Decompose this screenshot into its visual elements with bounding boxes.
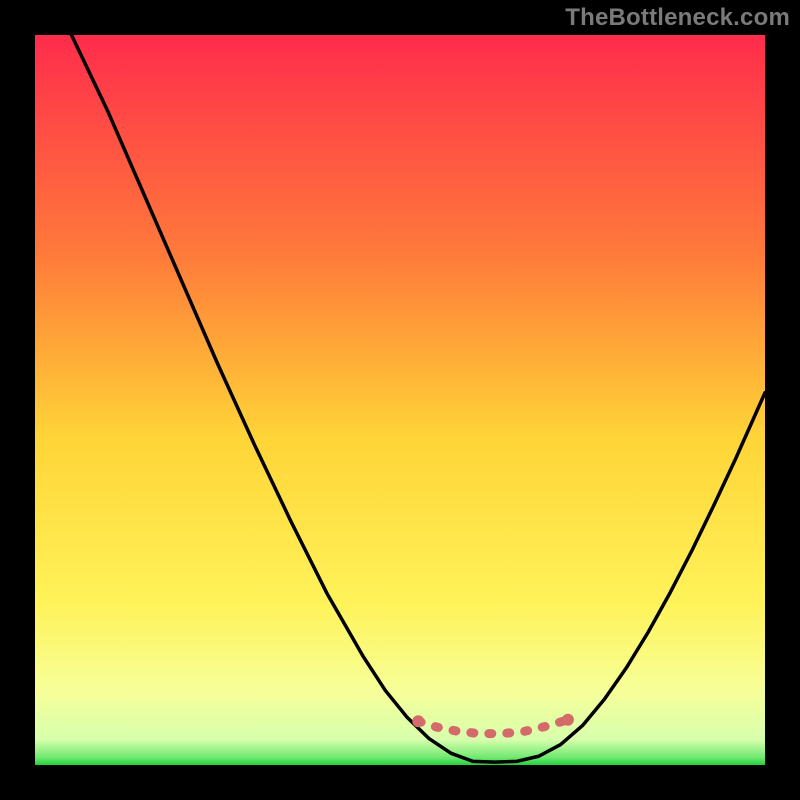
watermark-text: TheBottleneck.com <box>565 4 790 32</box>
valley-accent-end-dot <box>562 714 574 726</box>
canvas: TheBottleneck.com <box>0 0 800 800</box>
gradient-background <box>35 35 765 765</box>
plot-area <box>35 35 765 765</box>
chart-svg <box>35 35 765 765</box>
valley-accent-start-dot <box>412 715 424 727</box>
